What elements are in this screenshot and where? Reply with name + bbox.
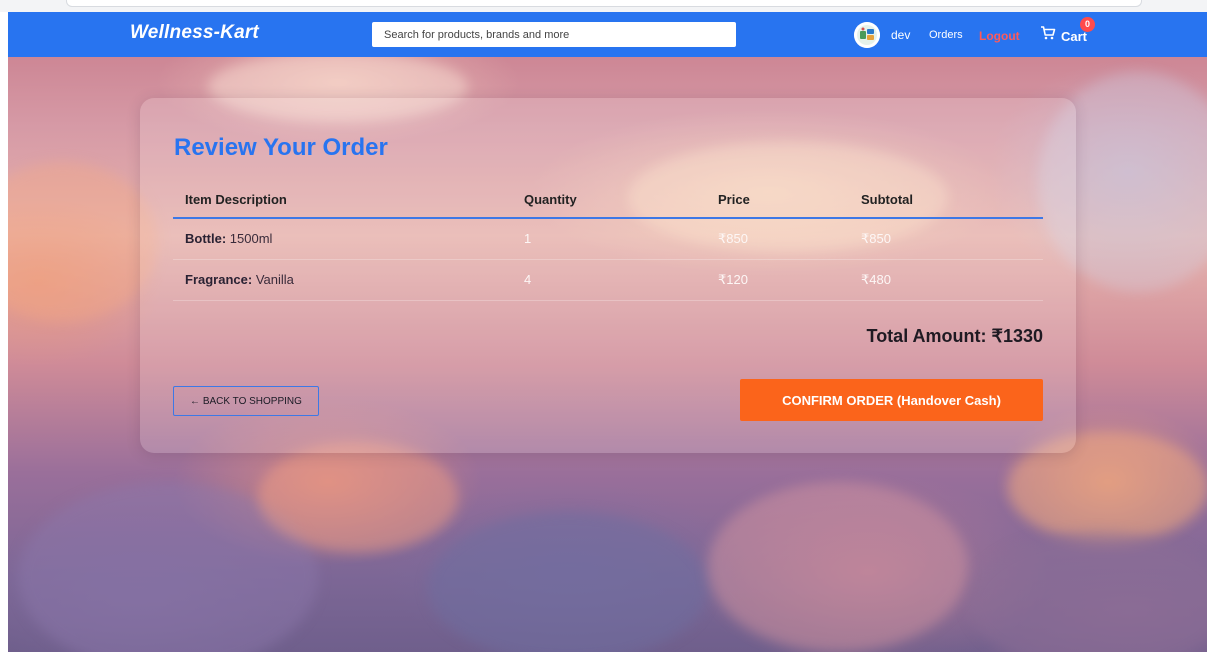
column-header-quantity: Quantity: [512, 182, 706, 219]
site-logo[interactable]: Wellness-Kart: [130, 22, 259, 44]
item-subtotal: ₹480: [849, 259, 1043, 301]
item-price: ₹120: [706, 259, 849, 301]
page-background: Wellness-Kart dev Orders Logout Cart 0: [8, 12, 1207, 652]
cloud-decoration: [258, 442, 458, 552]
page-title: Review Your Order: [174, 134, 388, 161]
item-key: Fragrance:: [185, 272, 253, 287]
avatar-icon[interactable]: [854, 22, 880, 48]
cloud-decoration: [8, 162, 158, 322]
cart-button[interactable]: Cart 0: [1040, 17, 1096, 47]
browser-address-bar: [66, 0, 1142, 7]
cloud-decoration: [428, 512, 708, 652]
cloud-decoration: [708, 482, 968, 652]
column-header-item: Item Description: [173, 182, 512, 219]
column-header-subtotal: Subtotal: [849, 182, 1043, 219]
total-amount: Total Amount: ₹1330: [866, 326, 1043, 346]
order-table: Item Description Quantity Price Subtotal…: [173, 182, 1043, 301]
table-row: Bottle: 1500ml 1 ₹850 ₹850: [173, 218, 1043, 260]
item-description: Fragrance: Vanilla: [173, 259, 512, 301]
item-subtotal: ₹850: [849, 218, 1043, 260]
item-quantity: 1: [512, 218, 706, 260]
item-value: Vanilla: [252, 272, 294, 287]
confirm-order-button[interactable]: CONFIRM ORDER (Handover Cash): [740, 379, 1043, 421]
item-description: Bottle: 1500ml: [173, 218, 512, 260]
column-header-price: Price: [706, 182, 849, 219]
back-to-shopping-button[interactable]: ← BACK TO SHOPPING: [173, 386, 319, 416]
item-value: 1500ml: [226, 231, 273, 247]
item-price: ₹850: [706, 218, 849, 260]
user-name[interactable]: dev: [891, 28, 910, 42]
cart-label: Cart: [1061, 29, 1088, 44]
logout-link[interactable]: Logout: [979, 29, 1020, 43]
search-input[interactable]: [372, 22, 736, 47]
cart-count-badge: 0: [1080, 17, 1095, 32]
navbar: Wellness-Kart dev Orders Logout Cart 0: [8, 12, 1207, 57]
browser-chrome: [0, 0, 1207, 12]
table-row: Fragrance: Vanilla 4 ₹120 ₹480: [173, 259, 1043, 301]
cart-icon: [1041, 26, 1056, 40]
avatar-image: [854, 22, 880, 48]
orders-link[interactable]: Orders: [929, 29, 963, 41]
cloud-decoration: [968, 532, 1207, 652]
table-header-row: Item Description Quantity Price Subtotal: [173, 182, 1043, 219]
item-key: Bottle:: [185, 231, 227, 247]
item-quantity: 4: [512, 259, 706, 301]
order-review-card: Review Your Order Item Description Quant…: [140, 98, 1076, 453]
